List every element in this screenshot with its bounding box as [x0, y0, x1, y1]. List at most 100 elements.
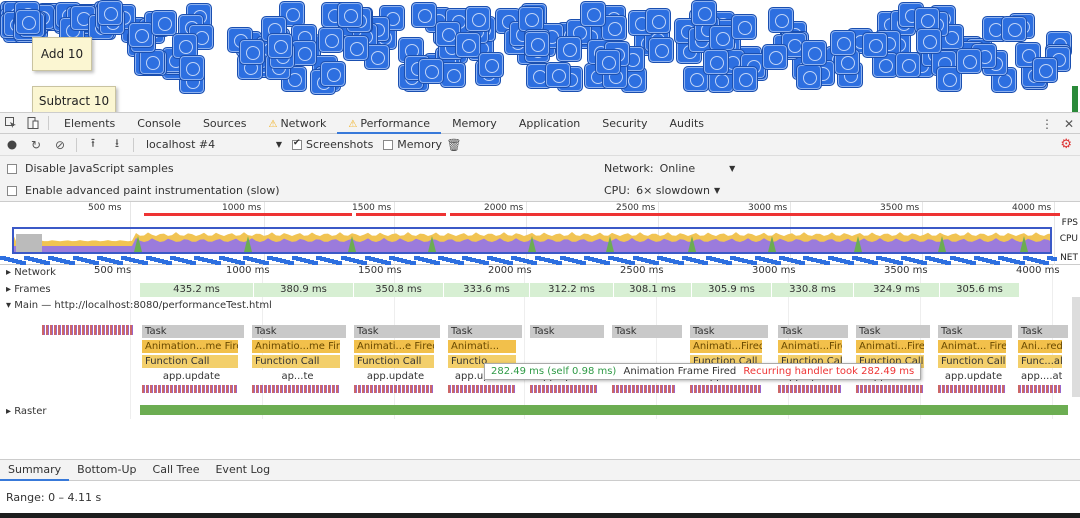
- task-event[interactable]: Task: [1018, 325, 1068, 338]
- main-track-label[interactable]: ▾ Main — http://localhost:8080/performan…: [6, 300, 272, 311]
- screenshots-label: Screenshots: [306, 138, 374, 151]
- network-track-label[interactable]: ▸ Network: [6, 267, 56, 278]
- tab-elements[interactable]: Elements: [53, 113, 126, 134]
- frame-block[interactable]: 305.6 ms: [940, 283, 1020, 297]
- clear-icon[interactable]: ⊘: [48, 138, 72, 152]
- disable-js-samples-label: Disable JavaScript samples: [25, 162, 174, 175]
- frame-block[interactable]: 305.9 ms: [692, 283, 772, 297]
- tab-audits[interactable]: Audits: [658, 113, 715, 134]
- animation-frame-fired-event[interactable]: Animati...: [448, 340, 516, 353]
- disable-js-samples-checkbox[interactable]: [7, 163, 17, 174]
- tab-security[interactable]: Security: [591, 113, 658, 134]
- tab-performance[interactable]: ⚠ Performance: [337, 113, 442, 134]
- page-chip-icon: [732, 66, 758, 92]
- task-event[interactable]: Task: [354, 325, 440, 338]
- function-call-event[interactable]: Function Call: [938, 355, 1006, 368]
- app-update-event[interactable]: app....ate: [1018, 370, 1062, 383]
- timeline-tick-label: 2500 ms: [620, 265, 664, 276]
- record-icon[interactable]: [0, 140, 24, 150]
- tab-label: Console: [137, 116, 181, 130]
- task-event[interactable]: Task: [778, 325, 848, 338]
- cpu-throttle-select[interactable]: 6× slowdown: [636, 184, 710, 197]
- details-tab-call-tree[interactable]: Call Tree: [145, 459, 208, 481]
- more-menu-icon[interactable]: ⋮: [1036, 113, 1058, 134]
- tab-console[interactable]: Console: [126, 113, 192, 134]
- function-call-event[interactable]: Function Call: [142, 355, 238, 368]
- tabbar-divider: [48, 116, 49, 130]
- page-chip-icon: [703, 49, 729, 75]
- raster-track-label[interactable]: ▸ Raster: [6, 406, 46, 417]
- frame-block[interactable]: 312.2 ms: [530, 283, 614, 297]
- overview-selection-window[interactable]: [12, 227, 1052, 254]
- animation-frame-fired-event[interactable]: Animati...Fired: [778, 340, 842, 353]
- screenshots-checkbox[interactable]: [292, 138, 302, 150]
- frame-block[interactable]: 330.8 ms: [772, 283, 854, 297]
- frame-block[interactable]: 350.8 ms: [354, 283, 444, 297]
- timeline-tick-label: 4000 ms: [1016, 265, 1060, 276]
- flame-chart-scrollbar[interactable]: [1072, 297, 1080, 397]
- cpu-throttle-label: CPU:: [604, 184, 631, 197]
- load-profile-icon[interactable]: ⭱: [81, 134, 105, 155]
- details-tab-bottom-up[interactable]: Bottom-Up: [69, 459, 144, 481]
- animation-frame-fired-event[interactable]: Animati...e Fired: [354, 340, 434, 353]
- memory-checkbox[interactable]: [383, 139, 394, 150]
- task-event[interactable]: Task: [530, 325, 604, 338]
- screenshots-toggle[interactable]: Screenshots: [292, 138, 373, 151]
- animation-frame-fired-event[interactable]: Animatio...me Fired: [252, 340, 340, 353]
- task-event[interactable]: Task: [612, 325, 682, 338]
- js-call-stripe: [612, 385, 676, 393]
- app-update-event[interactable]: app.update: [938, 370, 1006, 383]
- frame-block[interactable]: 435.2 ms: [140, 283, 254, 297]
- save-profile-icon[interactable]: ⭳: [105, 134, 129, 155]
- frames-track-label[interactable]: ▸ Frames: [6, 284, 51, 295]
- timeline-tick-label: 1500 ms: [358, 265, 402, 276]
- function-call-event[interactable]: Function Call: [252, 355, 340, 368]
- tab-sources[interactable]: Sources: [192, 113, 258, 134]
- animation-frame-fired-event[interactable]: Animati...Fired: [690, 340, 762, 353]
- profile-select[interactable]: localhost #4 ▼: [142, 137, 282, 153]
- page-scrollbar[interactable]: [1072, 86, 1078, 112]
- timeline-overview[interactable]: 500 ms 1000 ms 1500 ms 2000 ms 2500 ms 3000 m…: [0, 202, 1080, 265]
- advanced-paint-option[interactable]: Enable advanced paint instrumentation (s…: [7, 184, 280, 197]
- tab-application[interactable]: Application: [508, 113, 591, 134]
- close-devtools-icon[interactable]: ✕: [1058, 113, 1080, 134]
- network-throttle-select[interactable]: Online: [660, 162, 695, 175]
- task-event[interactable]: Task: [448, 325, 522, 338]
- memory-toggle[interactable]: Memory: [383, 138, 442, 151]
- frame-block[interactable]: 333.6 ms: [444, 283, 530, 297]
- add-10-button[interactable]: Add 10: [32, 37, 92, 71]
- toolbar-divider: [76, 137, 77, 152]
- advanced-paint-checkbox[interactable]: [7, 185, 17, 196]
- task-event[interactable]: Task: [252, 325, 346, 338]
- app-update-event[interactable]: ap...te: [252, 370, 340, 383]
- trash-icon[interactable]: 🗑: [442, 138, 466, 152]
- task-event[interactable]: Task: [142, 325, 244, 338]
- subtract-10-button[interactable]: Subtract 10: [32, 86, 116, 112]
- task-event[interactable]: Task: [938, 325, 1012, 338]
- toolbar-divider: [133, 137, 134, 152]
- details-tab-event-log[interactable]: Event Log: [207, 459, 278, 481]
- function-call-event[interactable]: Func...all: [1018, 355, 1062, 368]
- reload-record-icon[interactable]: ↻: [24, 138, 48, 152]
- flame-chart[interactable]: 500 ms 1000 ms 1500 ms 2000 ms 2500 ms 3000 m…: [0, 265, 1080, 419]
- animation-frame-fired-event[interactable]: Animation...me Fired: [142, 340, 238, 353]
- animation-frame-fired-event[interactable]: Ani...red: [1018, 340, 1062, 353]
- device-toolbar-icon[interactable]: [22, 113, 44, 134]
- inspect-element-icon[interactable]: [0, 113, 22, 134]
- page-chip-icon: [762, 44, 788, 70]
- task-event[interactable]: Task: [690, 325, 768, 338]
- animation-frame-fired-event[interactable]: Animat... Fired: [938, 340, 1006, 353]
- app-update-event[interactable]: app.update: [354, 370, 434, 383]
- frame-block[interactable]: 324.9 ms: [854, 283, 940, 297]
- animation-frame-fired-event[interactable]: Animati...Fired: [856, 340, 924, 353]
- tab-network[interactable]: ⚠ Network: [257, 113, 337, 134]
- function-call-event[interactable]: Function Call: [354, 355, 434, 368]
- frame-block[interactable]: 308.1 ms: [614, 283, 692, 297]
- frame-block[interactable]: 380.9 ms: [254, 283, 354, 297]
- tab-memory[interactable]: Memory: [441, 113, 508, 134]
- details-tab-summary[interactable]: Summary: [0, 459, 70, 481]
- app-update-event[interactable]: app.update: [142, 370, 238, 383]
- disable-js-samples-option[interactable]: Disable JavaScript samples: [7, 162, 174, 175]
- task-event[interactable]: Task: [856, 325, 930, 338]
- capture-settings-gear-icon[interactable]: ⚙: [1060, 137, 1072, 152]
